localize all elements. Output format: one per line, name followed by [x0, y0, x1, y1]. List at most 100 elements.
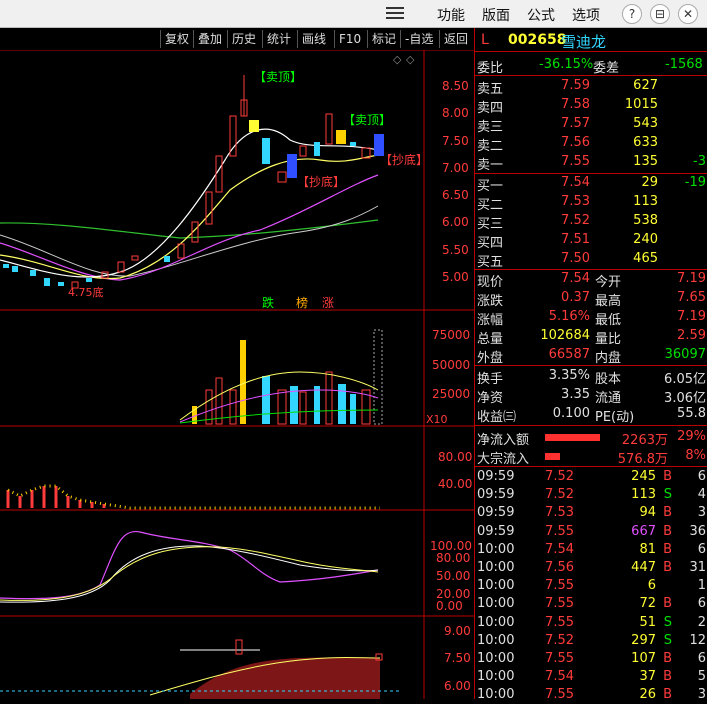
tick-time: 09:59 — [477, 487, 515, 503]
tick-side: S — [663, 487, 672, 503]
tick-side: B — [663, 596, 672, 612]
tick-volume: 37 — [639, 669, 656, 685]
tick-count: 6 — [697, 651, 706, 666]
tick-count: 1 — [697, 578, 706, 594]
statistics-button[interactable]: 统计 — [262, 30, 295, 48]
ask-price: 7.55 — [561, 154, 590, 169]
indicator1-tick: 40.00 — [438, 477, 472, 491]
bid-price: 7.51 — [561, 232, 590, 247]
mark-button[interactable]: 标记 — [367, 30, 400, 48]
menu-list-icon[interactable] — [386, 7, 404, 21]
tick-price: 7.55 — [545, 614, 574, 630]
stat-value: 55.8 — [677, 406, 706, 421]
ask-price: 7.56 — [561, 135, 590, 150]
ask-label: 卖一 — [477, 158, 504, 173]
tick-time: 10:00 — [477, 651, 515, 666]
tick-volume: 81 — [639, 541, 656, 557]
volume-unit: X10 — [426, 413, 448, 426]
bid-row: 买一 7.54 29 -19 — [475, 174, 707, 194]
price-tick: 6.00 — [442, 215, 469, 229]
menu-item-layout[interactable]: 版面 — [482, 5, 510, 25]
tick-count: 5 — [697, 669, 706, 685]
ask-row: 卖一 7.55 135 -3 — [475, 153, 707, 173]
history-button[interactable]: 历史 — [227, 30, 260, 48]
menu-item-function[interactable]: 功能 — [437, 5, 465, 25]
indicator2-tick: 0.00 — [436, 599, 463, 613]
indicator2-axis: 100.00 80.00 50.00 20.00 0.00 — [430, 539, 472, 613]
bid-price: 7.54 — [561, 175, 590, 190]
tick-side: S — [663, 632, 672, 648]
tick-time: 10:00 — [477, 614, 515, 630]
stat-value: 0.37 — [561, 290, 590, 305]
draw-line-button[interactable]: 画线 — [297, 30, 330, 48]
bid-label: 买四 — [477, 236, 504, 251]
tick-side: B — [663, 669, 672, 685]
tick-price: 7.55 — [545, 687, 574, 703]
price-tick: 8.50 — [442, 79, 469, 93]
tick-volume: 667 — [631, 523, 656, 539]
low-marker-label: 4.75底 — [68, 285, 104, 299]
flow-label: 大宗流入 — [477, 452, 530, 467]
bid-change: -19 — [684, 175, 706, 190]
close-button[interactable]: ✕ — [678, 4, 698, 24]
tick-row: 10:00 7.54 81 B 6 — [475, 541, 707, 559]
indicator2-tick: 50.00 — [436, 569, 470, 583]
back-button[interactable]: 返回 — [439, 30, 472, 48]
indicator3-axis: 9.00 7.50 6.00 — [444, 624, 471, 693]
tick-time: 09:59 — [477, 523, 515, 539]
menu-item-formula[interactable]: 公式 — [527, 5, 555, 25]
f10-button[interactable]: F10 — [334, 30, 365, 48]
tick-time: 10:00 — [477, 541, 515, 557]
flow-label: 净流入额 — [477, 433, 530, 448]
stat-row: 外盘 66587 内盘 36097 — [475, 346, 707, 366]
indicator2-tick: 80.00 — [436, 551, 470, 565]
tick-row: 10:00 7.54 37 B 5 — [475, 668, 707, 686]
tick-side: B — [663, 687, 672, 703]
tick-time: 09:59 — [477, 505, 515, 521]
stat-label: 内盘 — [595, 351, 622, 366]
ask-volume: 627 — [633, 78, 658, 93]
bid-volume: 240 — [633, 232, 658, 247]
stat2-row: 收益㈢ 0.100 PE(动) 55.8 — [475, 405, 707, 425]
restore-rights-button[interactable]: 复权 — [160, 30, 193, 48]
volume-axis: 75000 50000 25000 X10 — [426, 328, 470, 426]
kline-chart-area[interactable]: 8.50 8.00 7.50 7.00 6.50 6.00 5.50 5.00 … — [0, 50, 474, 699]
sell-signal-marker — [249, 120, 259, 132]
help-button[interactable]: ? — [622, 4, 642, 24]
stat-value: 0.100 — [552, 406, 590, 421]
stat-label: 净资 — [477, 391, 504, 406]
ask-label: 卖四 — [477, 101, 504, 116]
tick-price: 7.53 — [545, 505, 574, 521]
ask-price: 7.58 — [561, 97, 590, 112]
ask-label: 卖五 — [477, 82, 504, 97]
sell-top-label: 【卖顶】 — [254, 70, 302, 84]
stat-value: 66587 — [548, 347, 590, 362]
diamond-icon[interactable]: ◇ — [406, 53, 415, 66]
tick-side: B — [663, 560, 672, 575]
diamond-icon[interactable]: ◇ — [393, 53, 402, 66]
ask-change: -3 — [693, 154, 706, 169]
tick-volume: 26 — [639, 687, 656, 703]
rank-tag: 榜 — [296, 295, 308, 310]
rise-tag: 涨 — [322, 295, 334, 310]
tick-row: 09:59 7.52 245 B 6 — [475, 468, 707, 486]
tick-row: 10:00 7.55 107 B 6 — [475, 650, 707, 668]
watchlist-button[interactable]: -自选 — [400, 30, 437, 48]
menu-item-options[interactable]: 选项 — [572, 5, 600, 25]
tick-count: 3 — [697, 687, 706, 703]
fall-tag: 跌 — [262, 295, 274, 310]
bid-row: 买二 7.53 113 — [475, 193, 707, 213]
stat-label: PE(动) — [595, 410, 635, 425]
tick-price: 7.52 — [545, 469, 574, 484]
tick-volume: 6 — [647, 578, 656, 594]
stock-name[interactable]: 雪迪龙 — [561, 31, 606, 52]
stat2-row: 换手 3.35% 股本 6.05亿 — [475, 367, 707, 387]
indicator3-tick: 7.50 — [444, 651, 471, 665]
tick-count: 12 — [689, 632, 706, 648]
stat-label: 最低 — [595, 313, 622, 328]
overlay-button[interactable]: 叠加 — [193, 30, 226, 48]
tick-volume: 297 — [631, 632, 656, 648]
flow-bar — [545, 453, 560, 460]
minimize-button[interactable]: ⊟ — [650, 4, 670, 24]
stat-label: 换手 — [477, 372, 504, 387]
